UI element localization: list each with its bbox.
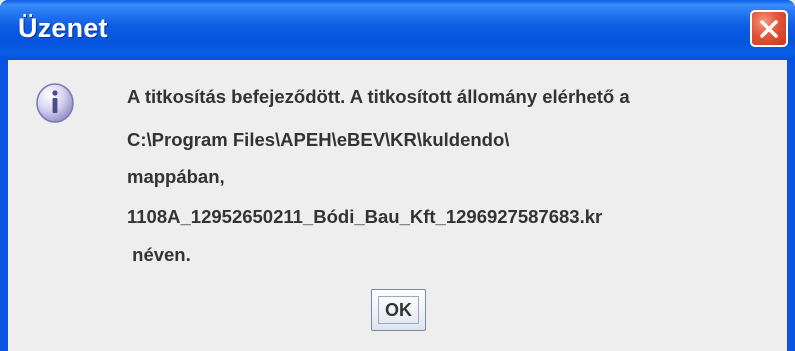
message-line-2: C:\Program Files\APEH\eBEV\KR\kuldendo\ — [127, 129, 510, 150]
message-line-5: néven. — [127, 244, 191, 265]
info-icon — [36, 83, 74, 123]
ok-button[interactable]: OK — [371, 289, 426, 331]
message-line-4: 1108A_12952650211_Bódi_Bau_Kft_129692758… — [127, 206, 603, 227]
message-line-1: A titkosítás befejeződött. A titkosított… — [127, 86, 630, 107]
dialog-content: A titkosítás befejeződött. A titkosított… — [8, 60, 787, 351]
title-bar[interactable]: Üzenet — [0, 0, 795, 60]
ok-button-label: OK — [378, 296, 419, 324]
close-icon — [760, 19, 778, 38]
close-button[interactable] — [750, 10, 788, 47]
message-dialog: Üzenet A titkosítás befejeződött. A titk… — [0, 0, 795, 351]
message-line-3: mappában, — [127, 166, 225, 187]
dialog-title: Üzenet — [18, 13, 108, 43]
